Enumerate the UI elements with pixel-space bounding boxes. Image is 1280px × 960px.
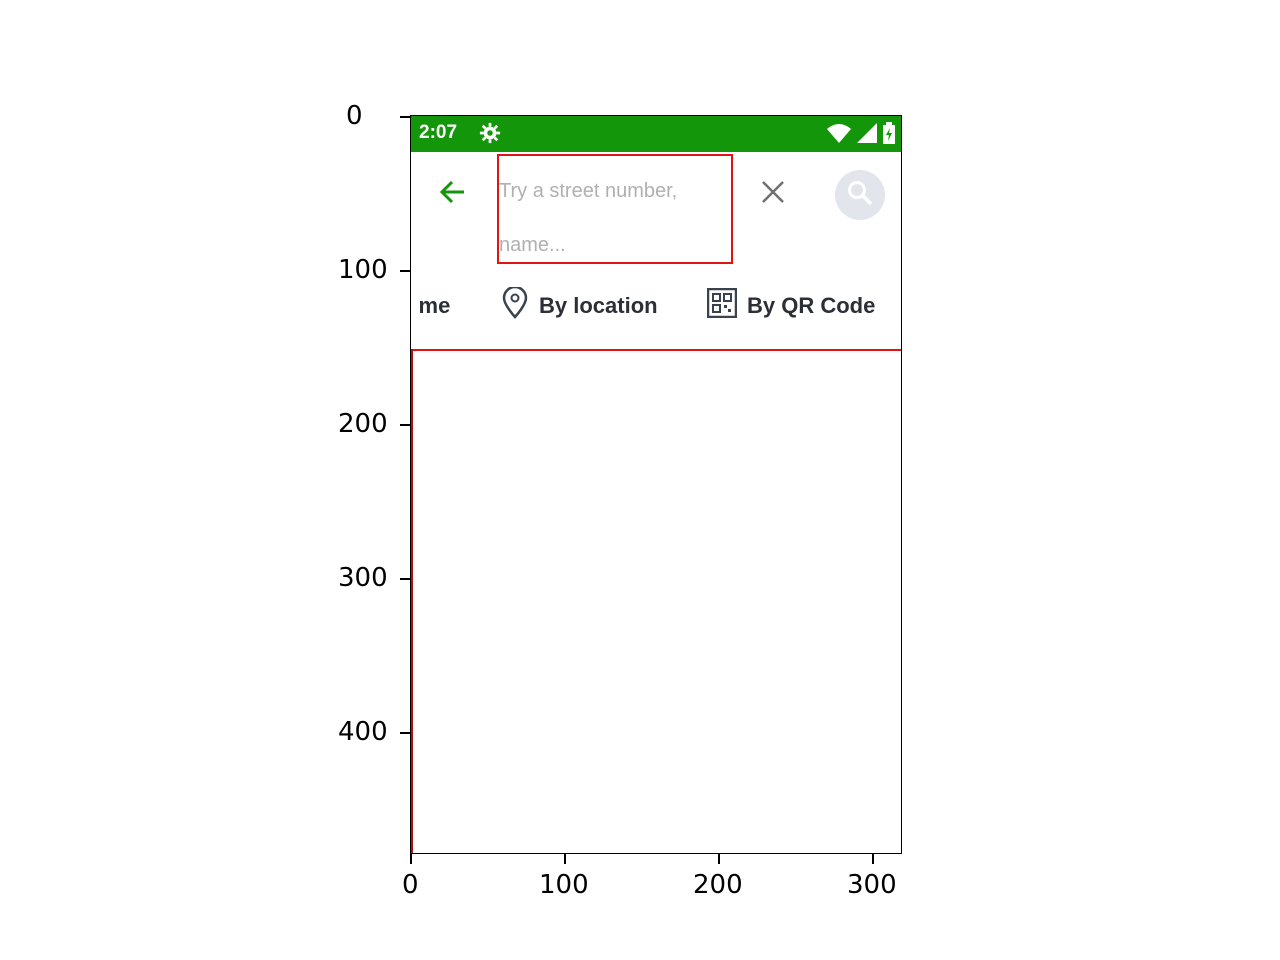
battery-icon — [883, 122, 895, 144]
y-tick-label: 100 — [338, 255, 388, 285]
placeholder-line-1: Try a street number, — [499, 180, 678, 202]
x-tick-label: 300 — [847, 870, 897, 900]
search-input[interactable]: Try a street number, name... — [497, 154, 733, 264]
settings-gear-icon — [479, 122, 501, 144]
x-tick-mark — [872, 854, 874, 864]
y-tick-label: 0 — [346, 101, 363, 131]
y-tick-label: 300 — [338, 563, 388, 593]
status-bar: 2:07 — [411, 116, 901, 152]
results-area — [411, 352, 901, 852]
qr-code-icon — [706, 287, 738, 324]
status-icons — [827, 122, 895, 144]
option-label: d me — [411, 293, 451, 318]
signal-icon — [857, 123, 877, 143]
y-tick-mark — [400, 424, 410, 426]
search-placeholder: Try a street number, name... — [499, 164, 731, 272]
phone-screen: 2:07 Try a street number, name... me By … — [410, 115, 902, 854]
x-tick-label: 200 — [693, 870, 743, 900]
search-header: Try a street number, name... — [411, 152, 901, 264]
option-label: By QR Code — [747, 293, 876, 318]
placeholder-line-2: name... — [499, 234, 566, 256]
y-tick-label: 400 — [338, 717, 388, 747]
search-icon — [846, 179, 874, 211]
x-tick-mark — [718, 854, 720, 864]
status-time: 2:07 — [419, 122, 458, 143]
x-tick-mark — [410, 854, 412, 864]
map-pin-icon — [501, 285, 529, 325]
x-tick-mark — [564, 854, 566, 864]
highlight-divider — [411, 349, 901, 351]
option-by-location[interactable]: By location — [501, 285, 658, 326]
search-button[interactable] — [835, 170, 885, 220]
y-tick-mark — [400, 270, 410, 272]
x-tick-label: 100 — [539, 870, 589, 900]
option-label: By location — [539, 293, 658, 318]
back-arrow-icon — [438, 177, 468, 211]
search-options: d me By location By QR Code — [411, 285, 901, 326]
clear-button[interactable] — [753, 174, 793, 214]
wifi-icon — [827, 123, 851, 143]
y-tick-mark — [400, 732, 410, 734]
option-by-qr-code[interactable]: By QR Code — [706, 286, 876, 326]
y-tick-mark — [400, 116, 410, 118]
option-find-me[interactable]: d me — [411, 286, 451, 326]
x-tick-label: 0 — [402, 870, 419, 900]
back-button[interactable] — [433, 174, 473, 214]
y-tick-label: 200 — [338, 409, 388, 439]
clear-x-icon — [760, 179, 786, 209]
y-tick-mark — [400, 578, 410, 580]
